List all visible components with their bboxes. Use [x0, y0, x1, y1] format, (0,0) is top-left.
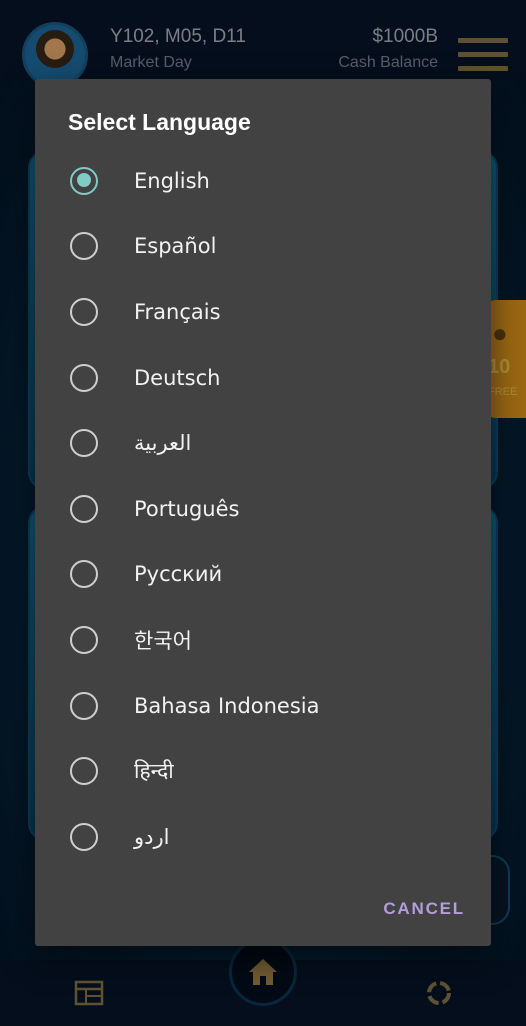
language-option-label: Español: [134, 234, 217, 259]
language-option[interactable]: हिन्दी: [35, 738, 491, 804]
language-option-label: العربية: [134, 431, 192, 456]
radio-unchecked-icon[interactable]: [70, 757, 98, 786]
language-dialog: Select Language English Español Français De…: [35, 79, 491, 946]
language-option[interactable]: Bahasa Indonesia: [35, 673, 491, 739]
radio-unchecked-icon[interactable]: [70, 494, 98, 523]
language-option[interactable]: English: [35, 148, 491, 214]
radio-unchecked-icon[interactable]: [70, 429, 98, 458]
radio-unchecked-icon[interactable]: [70, 297, 98, 326]
language-option-label: Deutsch: [134, 365, 221, 390]
language-option[interactable]: Español: [35, 214, 491, 280]
language-option[interactable]: اردو: [35, 804, 491, 870]
language-option-label: Bahasa Indonesia: [134, 693, 320, 718]
radio-unchecked-icon[interactable]: [70, 363, 98, 392]
language-option[interactable]: Deutsch: [35, 345, 491, 411]
language-option[interactable]: Português: [35, 476, 491, 542]
radio-unchecked-icon[interactable]: [70, 822, 98, 851]
language-option[interactable]: العربية: [35, 410, 491, 476]
language-option-label: 한국어: [134, 628, 192, 653]
radio-unchecked-icon[interactable]: [70, 232, 98, 261]
language-option[interactable]: 한국어: [35, 607, 491, 673]
radio-unchecked-icon[interactable]: [70, 691, 98, 720]
language-option-label: اردو: [134, 824, 170, 849]
language-option-label: Русский: [134, 562, 223, 587]
radio-unchecked-icon[interactable]: [70, 625, 98, 654]
language-option-label: हिन्दी: [134, 759, 174, 784]
radio-checked-icon[interactable]: [70, 166, 98, 195]
language-option-label: Français: [134, 299, 221, 324]
cancel-button[interactable]: CANCEL: [383, 899, 465, 919]
language-option-label: English: [134, 168, 210, 193]
language-option[interactable]: Français: [35, 279, 491, 345]
language-option-label: Português: [134, 496, 240, 521]
language-options-list: English Español Français Deutsch العربية Port…: [35, 148, 491, 870]
dialog-title: Select Language: [68, 109, 251, 135]
language-option[interactable]: Русский: [35, 542, 491, 608]
radio-unchecked-icon[interactable]: [70, 560, 98, 589]
